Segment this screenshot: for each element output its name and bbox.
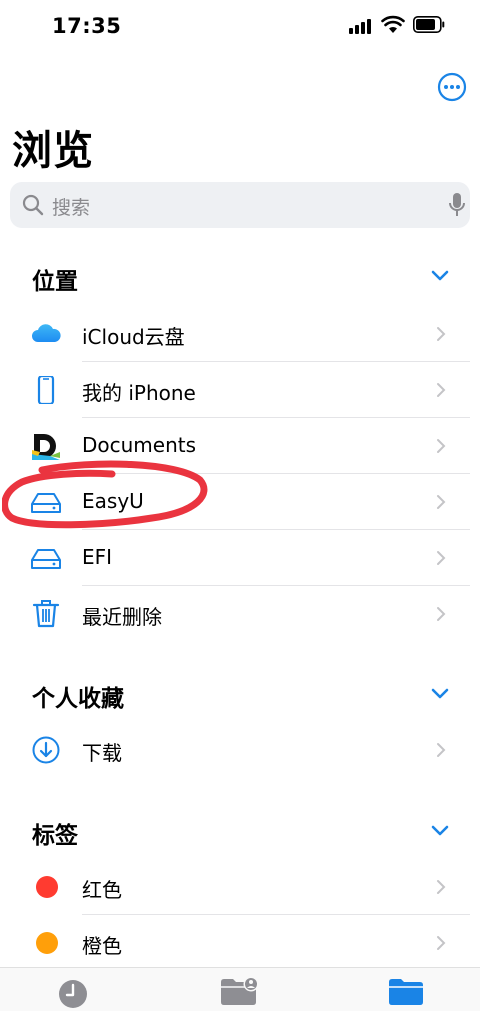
section-title-favorites: 个人收藏 (32, 686, 124, 712)
section-title-locations: 位置 (32, 269, 78, 295)
external-drive-icon (31, 549, 61, 569)
documents-app-icon (32, 434, 60, 460)
favorite-label: 下载 (82, 741, 122, 765)
chevron-right-icon (437, 607, 446, 621)
location-label: iCloud云盘 (82, 325, 185, 349)
wifi-icon (381, 15, 405, 33)
chevron-right-icon (437, 495, 446, 509)
search-icon (22, 194, 44, 216)
microphone-icon[interactable] (448, 192, 466, 218)
tab-bar (0, 967, 480, 1011)
location-item-icloud[interactable]: iCloud云盘 (0, 306, 480, 362)
chevron-right-icon (437, 936, 446, 950)
location-label: EFI (82, 545, 113, 569)
folder-icon[interactable] (388, 976, 424, 1006)
chevron-down-icon[interactable] (430, 823, 450, 837)
tag-item-red[interactable]: 红色 (0, 859, 480, 915)
iphone-icon (37, 376, 55, 404)
chevron-right-icon (437, 880, 446, 894)
orange-tag-dot-icon (36, 932, 58, 954)
red-tag-dot-icon (36, 876, 58, 898)
download-icon (32, 736, 60, 764)
trash-icon (32, 600, 60, 628)
location-item-recently-deleted[interactable]: 最近删除 (0, 586, 480, 642)
annotation-circle (2, 460, 208, 529)
chevron-down-icon[interactable] (430, 686, 450, 700)
location-label: Documents (82, 433, 197, 457)
chevron-right-icon (437, 551, 446, 565)
tag-item-orange[interactable]: 橙色 (0, 915, 480, 971)
shared-folder-icon[interactable] (220, 976, 260, 1006)
location-label: 最近删除 (82, 605, 162, 629)
search-input[interactable]: 搜索 (10, 182, 470, 228)
page-title: 浏览 (12, 128, 94, 174)
chevron-down-icon[interactable] (430, 268, 450, 282)
chevron-right-icon (437, 327, 446, 341)
search-placeholder: 搜索 (52, 197, 91, 219)
chevron-right-icon (437, 743, 446, 757)
favorite-item-downloads[interactable]: 下载 (0, 722, 480, 778)
battery-icon (413, 16, 445, 33)
clock-icon[interactable] (57, 978, 89, 1008)
location-item-my-iphone[interactable]: 我的 iPhone (0, 362, 480, 418)
chevron-right-icon (437, 383, 446, 397)
tag-label: 橙色 (82, 934, 122, 958)
more-options-button[interactable] (437, 72, 467, 102)
status-time: 17:35 (52, 14, 122, 38)
icloud-icon (32, 324, 61, 342)
section-title-tags: 标签 (32, 823, 78, 849)
location-label: 我的 iPhone (82, 381, 196, 405)
chevron-right-icon (437, 439, 446, 453)
cellular-signal-icon (349, 19, 371, 34)
tag-label: 红色 (82, 878, 122, 902)
